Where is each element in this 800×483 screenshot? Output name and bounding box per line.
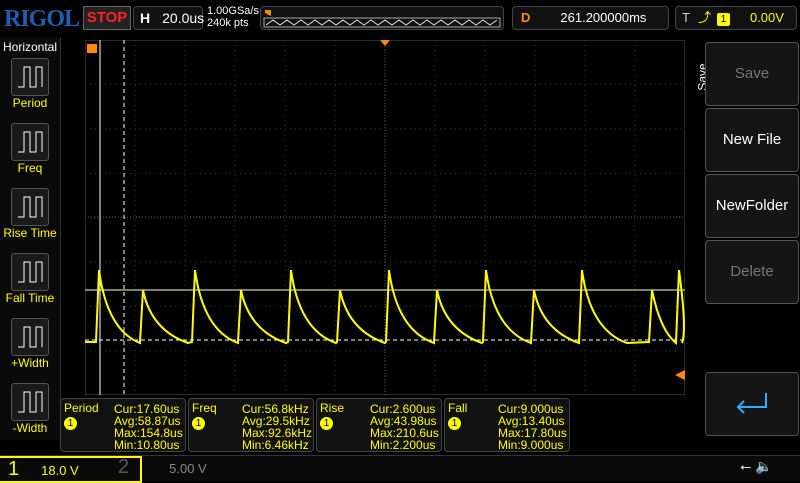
- channel-number: 2: [118, 456, 130, 478]
- delay-box[interactable]: D 261.200000ms: [512, 6, 669, 30]
- menu-item-1[interactable]: Freq: [0, 123, 60, 188]
- new-file-button[interactable]: New File: [705, 108, 799, 172]
- measurement-fall[interactable]: Fall 1 Cur:9.000us Avg:13.40us Max:17.80us Mi…: [444, 398, 570, 452]
- sample-rate: 1.00GSa/s: [207, 5, 259, 17]
- trigger-source: 1: [716, 13, 730, 26]
- d-label: D: [521, 10, 531, 25]
- menu-item-label: +Width: [11, 356, 49, 370]
- measurement-name: Period: [64, 401, 99, 415]
- measurement-period[interactable]: Period 1 Cur:17.60us Avg:58.87us Max:154.8us…: [60, 398, 186, 452]
- source-badge: 1: [192, 417, 205, 430]
- timebase-box[interactable]: H 20.0us: [133, 6, 205, 30]
- measurement-freq[interactable]: Freq 1 Cur:56.8kHz Avg:29.5kHz Max:92.6kHz Mi…: [188, 398, 314, 452]
- t-label: T: [682, 10, 690, 25]
- memory-overview-bar[interactable]: [260, 6, 504, 30]
- trigger-box[interactable]: T ⤴ 1 0.00V: [675, 6, 797, 30]
- usb-icon: ⭠ 🔈: [740, 458, 773, 474]
- channel-number: 1: [8, 458, 20, 480]
- measurement-min: Min:2.200us: [370, 438, 436, 452]
- menu-item-0[interactable]: Period: [0, 58, 60, 123]
- trigger-level: 0.00V: [749, 10, 784, 25]
- measure-menu: Horizontal Period Freq Rise Time Fall Time +…: [0, 38, 61, 440]
- measurement-min: Min:6.46kHz: [242, 438, 309, 452]
- neg-width-icon: [11, 383, 49, 421]
- waveform-display[interactable]: [85, 40, 685, 395]
- delete-button[interactable]: Delete: [705, 240, 799, 304]
- channel-scale: 5.00 V: [169, 461, 207, 476]
- channel-2-tab[interactable]: 2 5.00 V: [118, 456, 207, 479]
- period-icon: [11, 58, 49, 96]
- menu-item-3[interactable]: Fall Time: [0, 253, 60, 318]
- h-label: H: [140, 10, 151, 26]
- freq-icon: [11, 123, 49, 161]
- enter-button[interactable]: [705, 372, 799, 436]
- menu-item-5[interactable]: -Width: [0, 383, 60, 448]
- menu-item-label: Freq: [17, 161, 43, 175]
- pos-width-icon: [11, 318, 49, 356]
- acquisition-info: 1.00GSa/s 240k pts: [207, 5, 259, 29]
- menu-title: Horizontal: [2, 40, 58, 54]
- timebase-value: 20.0us: [162, 10, 205, 26]
- measurement-name: Fall: [448, 401, 468, 415]
- newfolder-button[interactable]: NewFolder: [705, 174, 799, 238]
- trigger-marker-icon: [87, 44, 97, 53]
- measurement-rise[interactable]: Rise 1 Cur:2.600us Avg:43.98us Max:210.6us Mi…: [316, 398, 442, 452]
- menu-item-label: Rise Time: [3, 226, 57, 240]
- channel-scale: 18.0 V: [41, 463, 79, 478]
- measurement-name: Freq: [192, 401, 217, 415]
- rise-time-icon: [11, 188, 49, 226]
- enter-icon: [736, 393, 767, 414]
- rigol-logo: RIGOL: [4, 6, 80, 32]
- source-badge: 1: [64, 417, 77, 430]
- menu-item-4[interactable]: +Width: [0, 318, 60, 383]
- rising-edge-icon: ⤴: [697, 10, 711, 25]
- measurement-min: Min:9.000us: [498, 438, 564, 452]
- fall-time-icon: [11, 253, 49, 291]
- memory-waveform-icon: [263, 10, 501, 28]
- menu-item-label: -Width: [12, 421, 48, 435]
- memory-depth: 240k pts: [207, 17, 249, 29]
- menu-item-label: Fall Time: [5, 291, 55, 305]
- measurement-min: Min:10.80us: [114, 438, 180, 452]
- source-badge: 1: [320, 417, 333, 430]
- channel-bar: 1 18.0 V 2 5.00 V ⭠ 🔈: [0, 455, 800, 483]
- menu-item-label: Period: [12, 96, 48, 110]
- measurement-name: Rise: [320, 401, 345, 415]
- source-badge: 1: [448, 417, 461, 430]
- save-menu: Save Save New File NewFolder Delete: [696, 40, 800, 436]
- delay-value: 261.200000ms: [560, 10, 647, 25]
- menu-item-2[interactable]: Rise Time: [0, 188, 60, 253]
- save-button[interactable]: Save: [705, 42, 799, 106]
- run-stop-status[interactable]: STOP: [83, 6, 131, 30]
